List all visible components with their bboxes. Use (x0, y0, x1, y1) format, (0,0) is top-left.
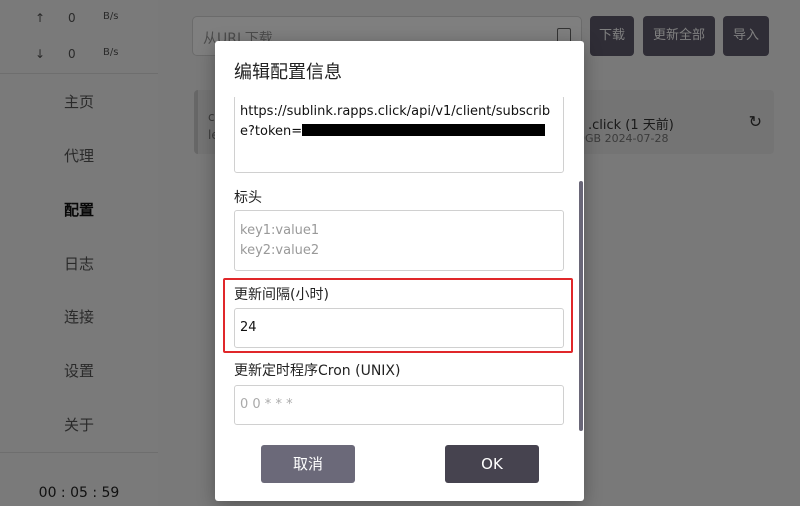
headers-placeholder: key1:value1 key2:value2 (240, 223, 320, 258)
cancel-button[interactable]: 取消 (261, 445, 355, 483)
redacted-token (302, 124, 546, 136)
dialog-title: 编辑配置信息 (234, 62, 342, 83)
dialog-scrollbar[interactable] (579, 181, 583, 431)
cron-placeholder: 0 0 * * * (240, 397, 293, 412)
headers-field[interactable]: key1:value1 key2:value2 (234, 210, 564, 271)
headers-label: 标头 (234, 190, 262, 206)
subscription-url-text: https://sublink.rapps.click/api/v1/clien… (240, 104, 551, 139)
subscription-url-field[interactable]: https://sublink.rapps.click/api/v1/clien… (234, 97, 564, 173)
cron-label: 更新定时程序Cron (UNIX) (234, 363, 401, 379)
ok-button[interactable]: OK (445, 445, 539, 483)
edit-profile-dialog: 编辑配置信息 https://sublink.rapps.click/api/v… (215, 41, 584, 501)
cron-input[interactable]: 0 0 * * * (234, 385, 564, 425)
dialog-scroll-area[interactable]: https://sublink.rapps.click/api/v1/clien… (215, 97, 584, 437)
interval-highlight-box (223, 278, 573, 353)
